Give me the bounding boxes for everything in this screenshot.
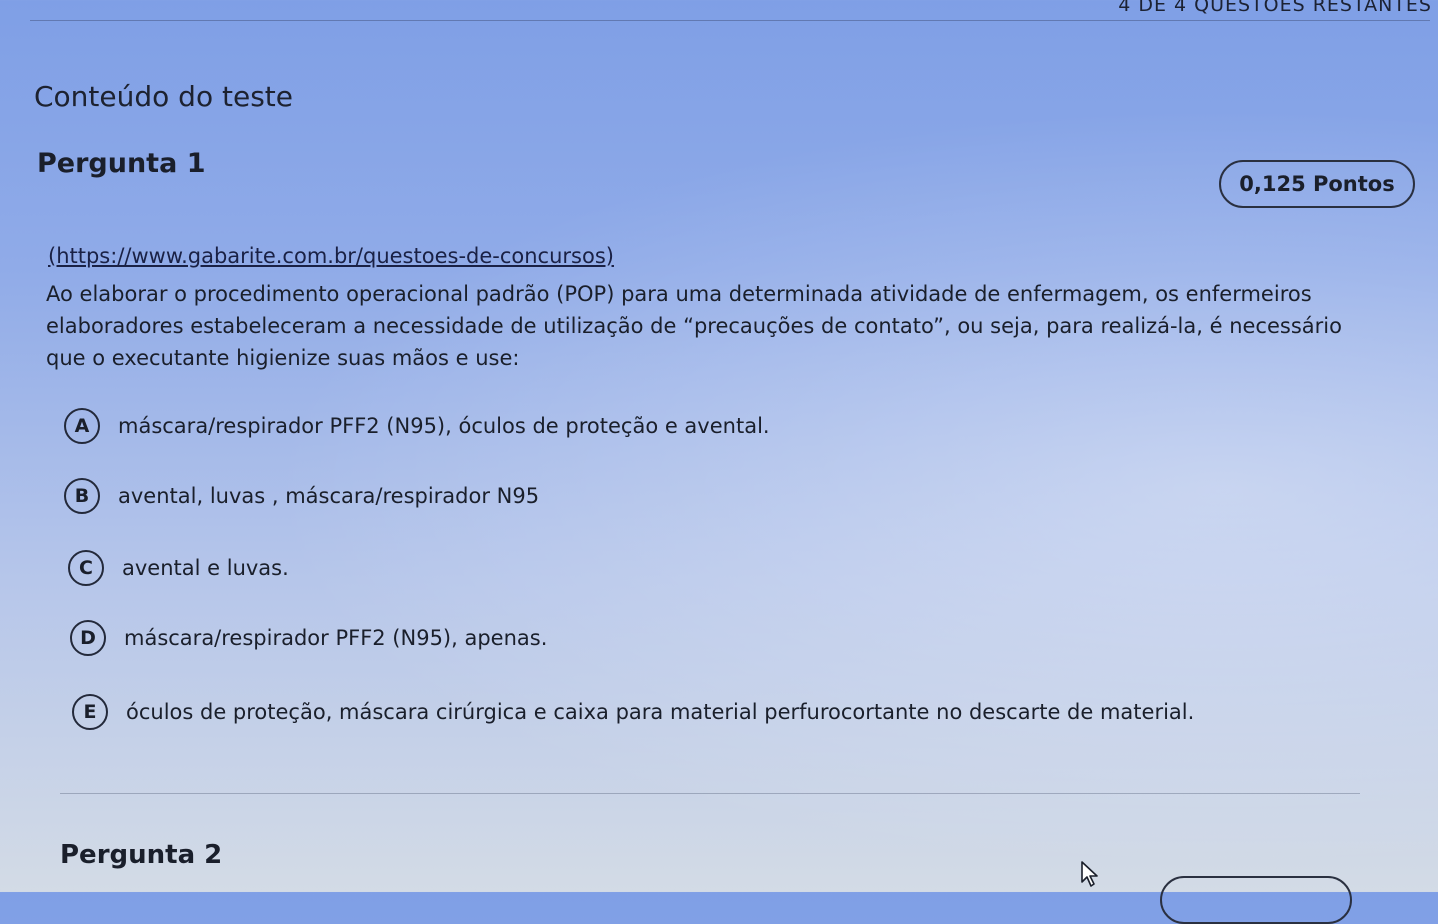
questions-remaining-status: 4 DE 4 QUESTÕES RESTANTES [1118,0,1432,16]
question-2-points-badge [1160,876,1352,924]
option-e[interactable]: E óculos de proteção, máscara cirúrgica … [72,694,1194,730]
option-d-text[interactable]: máscara/respirador PFF2 (N95), apenas. [124,626,547,650]
question-1-points-badge: 0,125 Pontos [1219,160,1415,208]
option-d-letter[interactable]: D [70,620,106,656]
question-divider [60,793,1360,794]
option-b[interactable]: B avental, luvas , máscara/respirador N9… [64,478,539,514]
option-b-text[interactable]: avental, luvas , máscara/respirador N95 [118,484,539,508]
screen-glare [0,0,1438,892]
option-c[interactable]: C avental e luvas. [68,550,289,586]
option-a-letter[interactable]: A [64,408,100,444]
option-e-letter[interactable]: E [72,694,108,730]
header-divider [30,20,1430,21]
question-1-text: Ao elaborar o procedimento operacional p… [46,282,1342,370]
question-1-title: Pergunta 1 [37,148,206,179]
page-title: Conteúdo do teste [34,80,293,113]
mouse-cursor-icon [1081,861,1098,887]
option-c-letter[interactable]: C [68,550,104,586]
option-c-text[interactable]: avental e luvas. [122,556,289,580]
option-a-text[interactable]: máscara/respirador PFF2 (N95), óculos de… [118,414,770,438]
question-2-title: Pergunta 2 [60,840,223,870]
option-e-text[interactable]: óculos de proteção, máscara cirúrgica e … [126,700,1194,724]
option-b-letter[interactable]: B [64,478,100,514]
option-d[interactable]: D máscara/respirador PFF2 (N95), apenas. [70,620,547,656]
question-source-link[interactable]: (https://www.gabarite.com.br/questoes-de… [48,244,614,268]
option-a[interactable]: A máscara/respirador PFF2 (N95), óculos … [64,408,770,444]
